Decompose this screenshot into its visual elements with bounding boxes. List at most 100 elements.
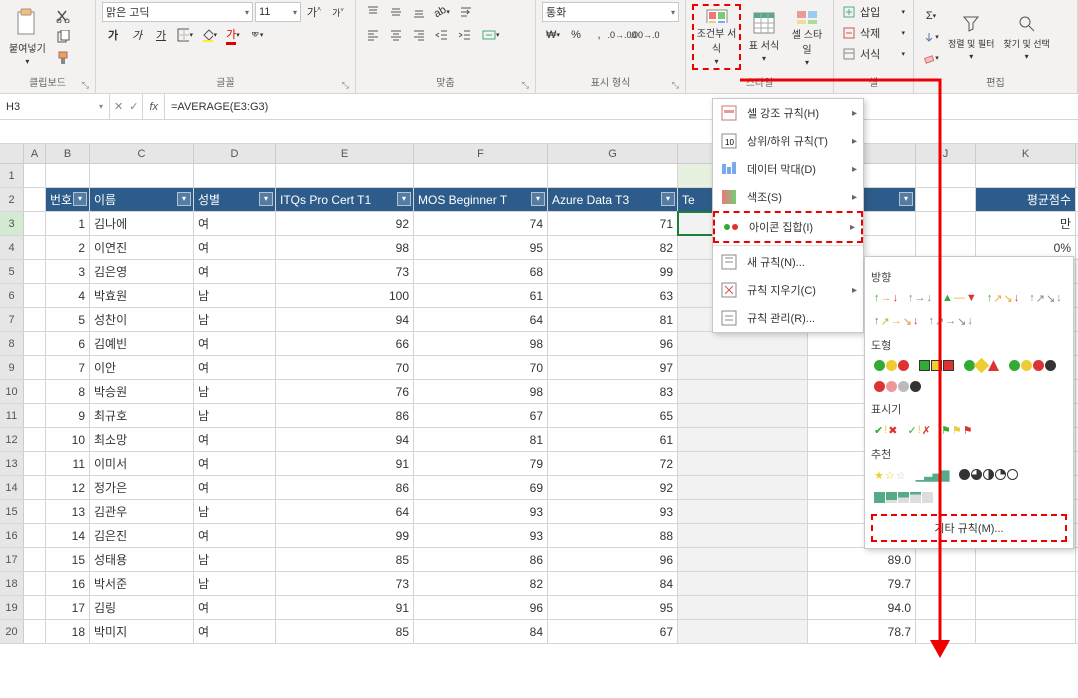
number-format-combo[interactable]: 통화▾ [542, 2, 679, 22]
fx-button[interactable]: fx [143, 94, 164, 119]
copy-button[interactable] [52, 27, 74, 47]
paste-button[interactable]: 붙여넣기 ▾ [6, 4, 49, 70]
name-box[interactable]: H3▾ [0, 94, 110, 119]
col-header[interactable]: F [414, 144, 548, 163]
align-top-icon [366, 5, 380, 19]
align-right-button[interactable] [408, 25, 430, 45]
iconset-redtoblack[interactable] [871, 378, 924, 395]
iconset-4arrows-gray[interactable]: ↑↗↘↓ [1026, 289, 1064, 308]
ribbon-group-number: 통화▾ ₩▾ % , .0→.00 .00→.0 표시 형식⤡ [536, 0, 686, 93]
gallery-section-indicators: 표시기 [871, 401, 1067, 417]
select-all-corner[interactable] [0, 144, 24, 163]
sort-filter-button[interactable]: 정렬 및 필터▾ [945, 4, 997, 70]
wrap-text-button[interactable] [454, 2, 478, 22]
col-header[interactable]: J [916, 144, 976, 163]
cell-styles-button[interactable]: 셀 스타일▾ [787, 4, 827, 70]
iconset-3signs[interactable] [961, 357, 1002, 374]
col-header[interactable]: G [548, 144, 678, 163]
iconset-3triangles[interactable]: ▲—▼ [939, 289, 980, 308]
format-painter-button[interactable] [52, 48, 74, 68]
menu-item[interactable]: 아이콘 집합(I)▸ [713, 211, 863, 243]
align-left-button[interactable] [362, 25, 384, 45]
enter-formula-icon[interactable]: ✓ [129, 100, 138, 113]
dec-decimal-button[interactable]: .00→.0 [634, 25, 656, 45]
underline-button[interactable]: 가 [150, 25, 172, 45]
col-header[interactable]: K [976, 144, 1076, 163]
conditional-format-button[interactable]: 조건부 서식▾ [692, 4, 741, 70]
menu-item[interactable]: 새 규칙(N)... [713, 248, 863, 276]
iconset-5quarters[interactable] [956, 466, 1021, 485]
iconset-3symbols[interactable]: ✓!✗ [905, 421, 935, 440]
insert-icon [842, 5, 856, 19]
iconset-4trafficlights[interactable] [1006, 357, 1059, 374]
align-middle-button[interactable] [385, 2, 407, 22]
ribbon: 붙여넣기 ▾ 클립보드⤡ 맑은 고딕▾ 11▾ 가˄ 가˅ 가 가 가 [0, 0, 1078, 94]
menu-item[interactable]: 데이터 막대(D)▸ [713, 155, 863, 183]
menu-item[interactable]: 10상위/하위 규칙(T)▸ [713, 127, 863, 155]
increase-indent-button[interactable] [454, 25, 476, 45]
font-size-combo[interactable]: 11▾ [255, 2, 301, 22]
menu-item[interactable]: 규칙 지우기(C)▸ [713, 276, 863, 304]
eraser-icon [923, 52, 935, 64]
cut-button[interactable] [52, 6, 74, 26]
ribbon-group-clipboard: 붙여넣기 ▾ 클립보드⤡ [0, 0, 96, 93]
iconset-3arrows[interactable]: ↑→↓ [871, 289, 901, 308]
iconset-4arrows[interactable]: ↑↗↘↓ [984, 289, 1022, 308]
menu-item[interactable]: 색조(S)▸ [713, 183, 863, 211]
iconset-3trafficlights[interactable] [871, 357, 912, 374]
find-select-button[interactable]: 찾기 및 선택▾ [1000, 4, 1052, 70]
format-table-button[interactable]: 표 서식▾ [744, 4, 784, 70]
menu-item[interactable]: 셀 강조 규칙(H)▸ [713, 99, 863, 127]
iconset-5arrows[interactable]: ↑↗→↘↓ [871, 312, 921, 331]
copy-icon [56, 30, 70, 44]
align-center-button[interactable] [385, 25, 407, 45]
italic-button[interactable]: 가 [126, 25, 148, 45]
decrease-indent-button[interactable] [431, 25, 453, 45]
orientation-button[interactable]: ab▾ [431, 2, 453, 22]
accounting-button[interactable]: ₩▾ [542, 25, 564, 45]
formula-input[interactable]: =AVERAGE(E3:G3) [164, 94, 1078, 119]
gallery-section-shapes: 도형 [871, 337, 1067, 353]
ribbon-group-font: 맑은 고딕▾ 11▾ 가˄ 가˅ 가 가 가 ▾ ▾ 가▾ ᄬ▾ 글꼴⤡ [96, 0, 356, 93]
cancel-formula-icon[interactable]: ✕ [114, 100, 123, 113]
insert-cells-button[interactable]: 삽입▾ [840, 2, 907, 22]
clear-button[interactable]: ▾ [920, 48, 942, 68]
iconset-3symbols-circled[interactable]: ✔!✖ [871, 421, 901, 440]
fill-button[interactable]: ▾ [920, 27, 942, 47]
iconset-3arrows-gray[interactable]: ↑→↓ [905, 289, 935, 308]
more-rules-item[interactable]: 기타 규칙(M)... [871, 514, 1067, 542]
grow-font-button[interactable]: 가˄ [303, 2, 325, 22]
clipboard-group-label: 클립보드 [29, 78, 66, 89]
align-bottom-icon [412, 5, 426, 19]
brush-icon [56, 51, 70, 65]
iconset-3flags[interactable]: ⚑⚑⚑ [938, 421, 976, 440]
col-header[interactable]: A [24, 144, 46, 163]
format-cells-button[interactable]: 서식▾ [840, 44, 907, 64]
align-bottom-button[interactable] [408, 2, 430, 22]
font-color-button[interactable]: 가▾ [222, 25, 244, 45]
phonetic-button[interactable]: ᄬ▾ [246, 25, 268, 45]
iconset-5boxes[interactable] [871, 489, 936, 506]
merge-button[interactable]: ▾ [477, 25, 505, 45]
percent-button[interactable]: % [565, 25, 587, 45]
col-header[interactable]: E [276, 144, 414, 163]
autosum-button[interactable]: Σ▾ [920, 6, 942, 26]
fill-color-button[interactable]: ▾ [198, 25, 220, 45]
col-header[interactable]: D [194, 144, 276, 163]
font-name-combo[interactable]: 맑은 고딕▾ [102, 2, 253, 22]
condfmt-label: 조건부 서식 [696, 25, 737, 55]
iconset-5bars[interactable]: ▁▃▅▇ [913, 466, 953, 485]
column-headers: A B C D E F G H I J K [0, 144, 1078, 164]
iconset-5arrows-gray[interactable]: ↑↗→↘↓ [925, 312, 975, 331]
font-group-label: 글꼴 [216, 78, 234, 89]
bold-button[interactable]: 가 [102, 25, 124, 45]
menu-item[interactable]: 규칙 관리(R)... [713, 304, 863, 332]
align-top-button[interactable] [362, 2, 384, 22]
shrink-font-button[interactable]: 가˅ [327, 2, 349, 22]
iconset-3trafficlights-rim[interactable] [916, 357, 957, 374]
borders-button[interactable]: ▾ [174, 25, 196, 45]
iconset-3stars[interactable]: ★☆☆ [871, 466, 909, 485]
col-header[interactable]: C [90, 144, 194, 163]
col-header[interactable]: B [46, 144, 90, 163]
delete-cells-button[interactable]: 삭제▾ [840, 23, 907, 43]
